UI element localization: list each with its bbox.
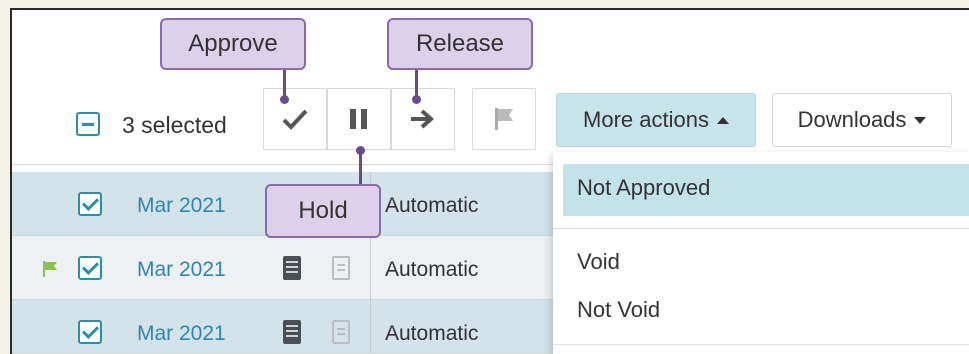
menu-divider [553, 228, 969, 229]
row-type: Automatic [385, 194, 479, 217]
document-outline-icon[interactable] [332, 256, 350, 280]
hold-button[interactable] [327, 88, 391, 150]
hold-callout: Hold [265, 184, 381, 238]
column-divider [370, 236, 371, 299]
document-icon[interactable] [283, 256, 301, 280]
pause-icon [350, 109, 367, 129]
caret-down-icon [914, 116, 927, 124]
more-actions-label: More actions [583, 107, 709, 132]
row-type: Automatic [385, 322, 479, 345]
release-leader-dot [412, 95, 421, 104]
approve-callout: Approve [160, 18, 306, 70]
menu-item-void[interactable]: Void [563, 242, 969, 282]
hold-leader-line [359, 150, 362, 184]
downloads-button[interactable]: Downloads [772, 93, 952, 147]
more-actions-menu: Not Approved Void Not Void [553, 152, 969, 354]
approve-leader-line [283, 70, 286, 98]
document-icon[interactable] [283, 320, 301, 344]
row-type: Automatic [385, 258, 479, 281]
table-row[interactable]: Mar 2021 Automatic [12, 300, 557, 354]
row-checkbox[interactable] [78, 192, 102, 216]
arrow-right-icon [411, 109, 435, 129]
column-divider [370, 300, 371, 353]
release-leader-line [415, 70, 418, 98]
approve-button[interactable] [263, 88, 327, 150]
downloads-label: Downloads [797, 107, 907, 132]
more-actions-button[interactable]: More actions [556, 93, 756, 147]
row-date-link[interactable]: Mar 2021 [137, 258, 226, 282]
select-all-checkbox[interactable] [76, 112, 100, 136]
flag-button[interactable] [472, 88, 536, 150]
flag-icon [495, 108, 513, 130]
release-button[interactable] [391, 88, 455, 150]
approve-leader-dot [280, 95, 289, 104]
release-callout: Release [387, 18, 533, 70]
table-row[interactable]: Mar 2021 Automatic [12, 236, 557, 300]
row-checkbox[interactable] [78, 256, 102, 280]
menu-item-not-approved[interactable]: Not Approved [563, 164, 969, 216]
menu-item-not-void[interactable]: Not Void [563, 290, 969, 330]
row-date-link[interactable]: Mar 2021 [137, 194, 226, 218]
flag-icon [43, 261, 57, 277]
caret-up-icon [716, 116, 729, 124]
row-date-link[interactable]: Mar 2021 [137, 322, 226, 346]
check-icon [282, 109, 308, 130]
document-outline-icon[interactable] [332, 320, 350, 344]
row-checkbox[interactable] [78, 320, 102, 344]
selected-count: 3 selected [122, 112, 227, 138]
menu-divider [553, 344, 969, 345]
